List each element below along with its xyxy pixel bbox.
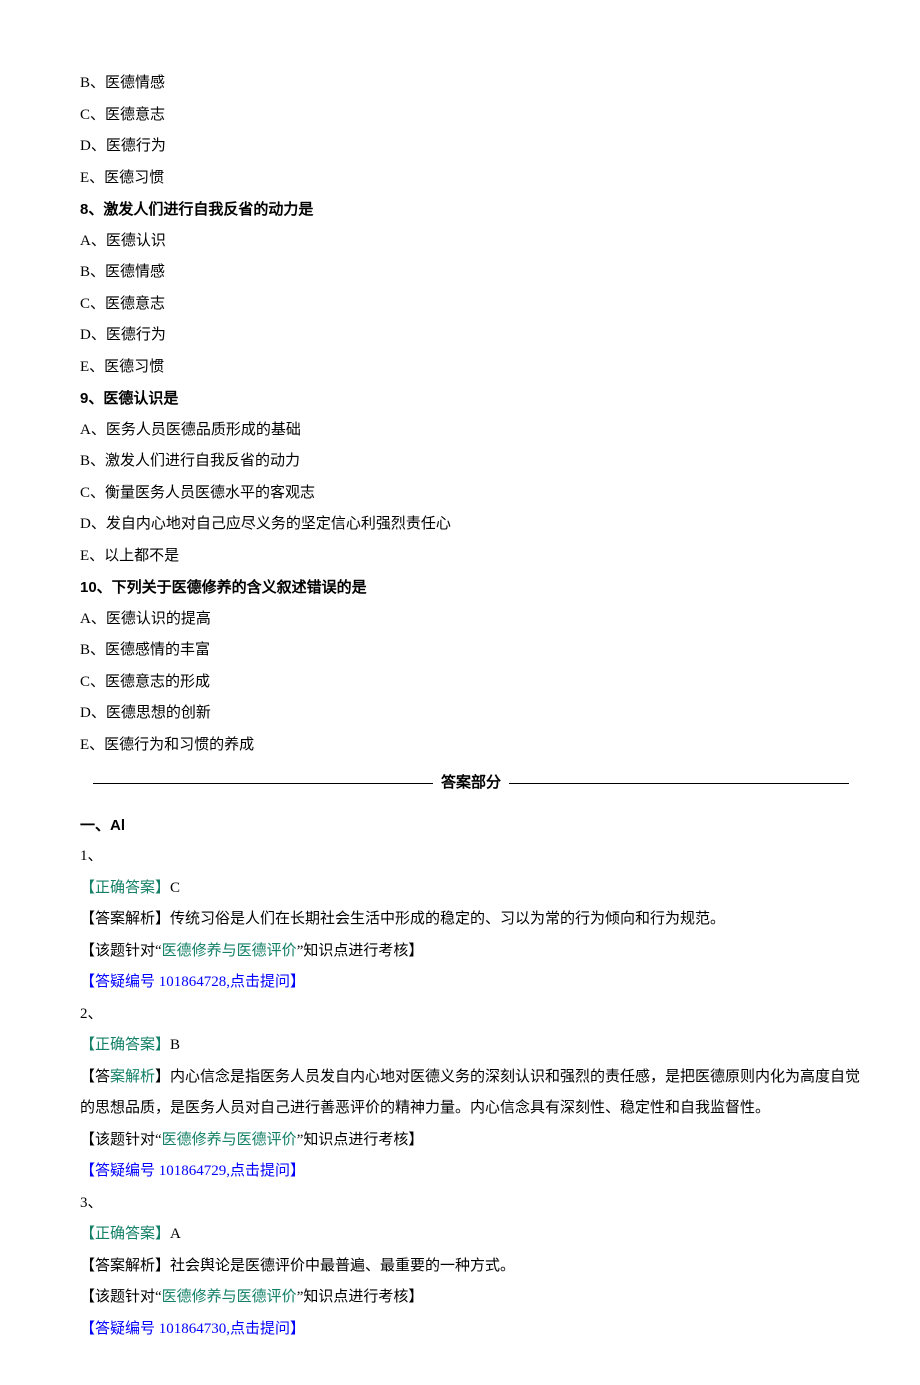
a3-topic-open: 【该题针对“ bbox=[80, 1289, 162, 1305]
a3-correct: 【正确答案】A bbox=[80, 1219, 862, 1251]
a3-analysis-text: 社会舆论是医德评价中最普遍、最重要的一种方式。 bbox=[170, 1258, 515, 1274]
q7-option-B: B、医德情感 bbox=[80, 68, 862, 100]
a3-correct-label: 【正确答案】 bbox=[80, 1226, 170, 1242]
a1-analysis-label: 【答案解析】 bbox=[80, 911, 170, 927]
a1-topic-open: 【该题针对“ bbox=[80, 943, 162, 959]
a3-qa-open: 【 bbox=[80, 1321, 95, 1337]
a1-qa-link[interactable]: 【答疑编号 101864728,点击提问】 bbox=[80, 967, 862, 999]
a2-analysis-close: 】 bbox=[155, 1069, 170, 1085]
a1-topic-mid: 医德修养与医德评价 bbox=[162, 943, 297, 959]
a2-topic: 【该题针对“医德修养与医德评价”知识点进行考核】 bbox=[80, 1125, 862, 1157]
q8-option-E: E、医德习惯 bbox=[80, 352, 862, 384]
a3-qa-close: ,点击提问 bbox=[226, 1321, 290, 1337]
a2-qa-open: 【 bbox=[80, 1163, 95, 1179]
a1-num: 1、 bbox=[80, 841, 862, 873]
a2-analysis: 【答案解析】内心信念是指医务人员发自内心地对医德义务的深刻认识和强烈的责任感，是… bbox=[80, 1062, 862, 1125]
a2-qa-link[interactable]: 【答疑编号 101864729,点击提问】 bbox=[80, 1156, 862, 1188]
q10-option-E: E、医德行为和习惯的养成 bbox=[80, 730, 862, 762]
a2-qa-id: 101864729 bbox=[159, 1163, 227, 1179]
a2-correct: 【正确答案】B bbox=[80, 1030, 862, 1062]
a3-topic-mid: 医德修养与医德评价 bbox=[162, 1289, 297, 1305]
divider-line-right bbox=[509, 783, 849, 784]
q8-option-D: D、医德行为 bbox=[80, 320, 862, 352]
q10-option-A: A、医德认识的提高 bbox=[80, 604, 862, 636]
q9-option-D: D、发自内心地对自己应尽义务的坚定信心利强烈责任心 bbox=[80, 509, 862, 541]
a1-qa-close: ,点击提问 bbox=[226, 974, 290, 990]
a3-topic: 【该题针对“医德修养与医德评价”知识点进行考核】 bbox=[80, 1282, 862, 1314]
a3-qa-link[interactable]: 【答疑编号 101864730,点击提问】 bbox=[80, 1314, 862, 1346]
a2-correct-label: 【正确答案】 bbox=[80, 1037, 170, 1053]
a2-num: 2、 bbox=[80, 999, 862, 1031]
q10-option-B: B、医德感情的丰富 bbox=[80, 635, 862, 667]
q8-option-A: A、医德认识 bbox=[80, 226, 862, 258]
a2-topic-close: ”知识点进行考核】 bbox=[297, 1132, 424, 1148]
a2-qa-body: 答疑编号 bbox=[95, 1163, 159, 1179]
a2-topic-open: 【该题针对“ bbox=[80, 1132, 162, 1148]
a3-qa-bracket: 】 bbox=[290, 1321, 305, 1337]
q8-option-B: B、医德情感 bbox=[80, 257, 862, 289]
a1-analysis: 【答案解析】传统习俗是人们在长期社会生活中形成的稳定的、习以为常的行为倾向和行为… bbox=[80, 904, 862, 936]
a1-correct-close: 】 bbox=[155, 880, 170, 896]
a2-analysis-open: 【答 bbox=[80, 1069, 110, 1085]
q9-option-B: B、激发人们进行自我反省的动力 bbox=[80, 446, 862, 478]
a2-qa-bracket: 】 bbox=[290, 1163, 305, 1179]
a1-topic-close: ”知识点进行考核】 bbox=[297, 943, 424, 959]
a2-answer-value: B bbox=[170, 1037, 180, 1053]
a1-topic: 【该题针对“医德修养与医德评价”知识点进行考核】 bbox=[80, 936, 862, 968]
a3-qa-id: 101864730 bbox=[159, 1321, 227, 1337]
q10-option-D: D、医德思想的创新 bbox=[80, 698, 862, 730]
a2-qa-close: ,点击提问 bbox=[226, 1163, 290, 1179]
a1-qa-body: 答疑编号 bbox=[95, 974, 159, 990]
q9-option-E: E、以上都不是 bbox=[80, 541, 862, 573]
q9-option-C: C、衡量医务人员医德水平的客观志 bbox=[80, 478, 862, 510]
section-heading: 一、Al bbox=[80, 810, 862, 842]
q9-option-A: A、医务人员医德品质形成的基础 bbox=[80, 415, 862, 447]
q8-option-C: C、医德意志 bbox=[80, 289, 862, 321]
a1-correct: 【正确答案】C bbox=[80, 873, 862, 905]
a3-analysis-label: 【答案解析】 bbox=[80, 1258, 170, 1274]
q7-option-D: D、医德行为 bbox=[80, 131, 862, 163]
q7-option-E: E、医德习惯 bbox=[80, 163, 862, 195]
a3-analysis: 【答案解析】社会舆论是医德评价中最普遍、最重要的一种方式。 bbox=[80, 1251, 862, 1283]
a2-topic-mid: 医德修养与医德评价 bbox=[162, 1132, 297, 1148]
a1-correct-open: 【正确 bbox=[80, 880, 125, 896]
a2-analysis-mid: 案解析 bbox=[110, 1069, 155, 1085]
a1-qa-open: 【 bbox=[80, 974, 95, 990]
q10-option-C: C、医德意志的形成 bbox=[80, 667, 862, 699]
a1-qa-id: 101864728 bbox=[159, 974, 227, 990]
a3-topic-close: ”知识点进行考核】 bbox=[297, 1289, 424, 1305]
a1-correct-mid: 答案 bbox=[125, 880, 155, 896]
a3-answer-value: A bbox=[170, 1226, 181, 1242]
a1-qa-bracket: 】 bbox=[290, 974, 305, 990]
a1-analysis-text: 传统习俗是人们在长期社会生活中形成的稳定的、习以为常的行为倾向和行为规范。 bbox=[170, 911, 725, 927]
q8-prompt: 8、激发人们进行自我反省的动力是 bbox=[80, 194, 862, 226]
a3-num: 3、 bbox=[80, 1188, 862, 1220]
q9-prompt: 9、医德认识是 bbox=[80, 383, 862, 415]
a3-qa-body: 答疑编号 bbox=[95, 1321, 159, 1337]
divider-line-left bbox=[93, 783, 433, 784]
answer-divider: 答案部分 bbox=[80, 767, 862, 800]
q7-option-C: C、医德意志 bbox=[80, 100, 862, 132]
q10-prompt: 10、下列关于医德修养的含义叙述错误的是 bbox=[80, 572, 862, 604]
a2-analysis-text: 内心信念是指医务人员发自内心地对医德义务的深刻认识和强烈的责任感，是把医德原则内… bbox=[80, 1069, 860, 1117]
a1-answer-value: C bbox=[170, 880, 180, 896]
answer-header-label: 答案部分 bbox=[437, 774, 505, 791]
